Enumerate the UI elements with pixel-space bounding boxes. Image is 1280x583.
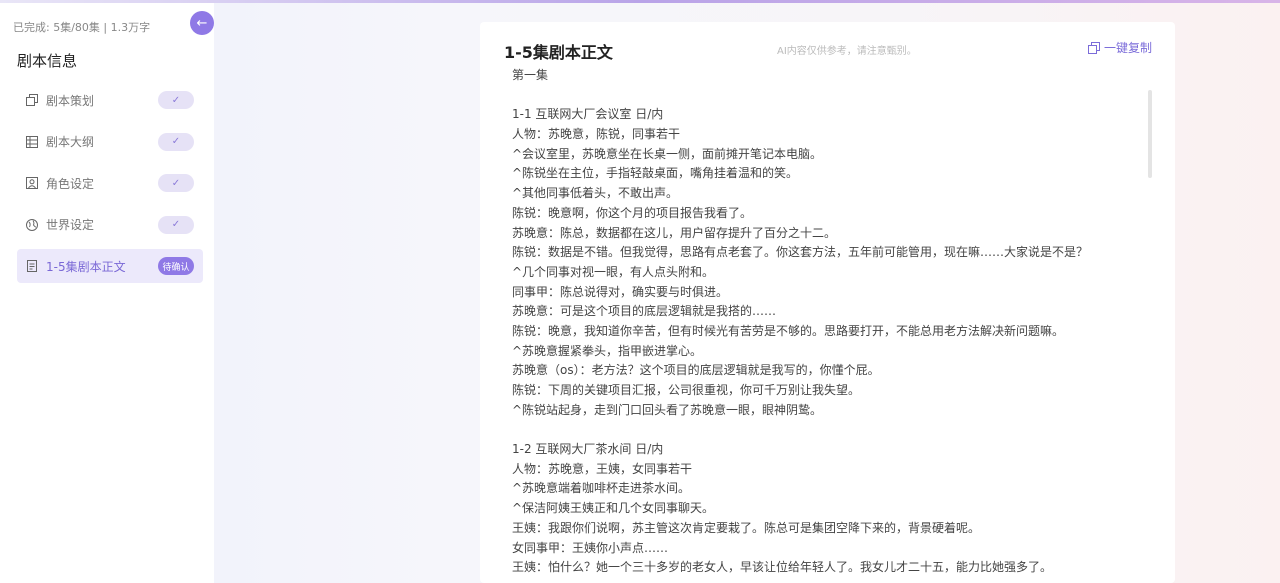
script-line: 第一集 <box>512 68 549 82</box>
sidebar-nav: 剧本策划 ✓ 剧本大纲 ✓ 角色设定 ✓ 世界设定 ✓ 1-5集剧本正文 待确认 <box>17 83 203 291</box>
script-panel: 1-5集剧本正文 AI内容仅供参考，请注意甄别。 一键复制 第一集 1-1 互联网… <box>480 22 1175 583</box>
completed-badge: ✓ <box>158 174 194 192</box>
portrait-icon <box>25 177 38 190</box>
script-line: 王姨：怕什么？她一个三十多岁的老女人，早该让位给年轻人了。我女儿才二十五，能力比… <box>512 560 1053 575</box>
script-content: 第一集 1-1 互联网大厂会议室 日/内人物：苏晚意，陈锐，同事若干 ^会议室里，苏… <box>512 66 1132 578</box>
script-line: 陈锐：晚意，我知道你辛苦，但有时候光有苦劳是不够的。思路要打开，不能总用老方法解… <box>512 323 1065 338</box>
script-line: ^其他同事低着头，不敢出声。 <box>512 186 679 201</box>
script-line: ^保洁阿姨王姨正和几个女同事聊天。 <box>512 501 715 516</box>
copy-icon <box>1088 41 1100 54</box>
script-line: ^陈锐站起身，走到门口回头看了苏晚意一眼，眼神阴鸷。 <box>512 402 823 417</box>
panel-title: 1-5集剧本正文 <box>504 43 613 62</box>
script-line: 陈锐：下周的关键项目汇报，公司很重视，你可千万别让我失望。 <box>512 383 861 397</box>
sidebar-item-script[interactable]: 1-5集剧本正文 待确认 <box>17 249 203 283</box>
sidebar: 已完成: 5集/80集 | 1.3万字 ← 剧本信息 剧本策划 ✓ 剧本大纲 ✓… <box>0 3 214 583</box>
copy-all-button[interactable]: 一键复制 <box>1088 39 1152 56</box>
script-line: 苏晚意：可是这个项目的底层逻辑就是我搭的…… <box>512 304 777 319</box>
script-line: 女同事甲：王姨你小声点…… <box>512 540 669 555</box>
ai-disclaimer: AI内容仅供参考，请注意甄别。 <box>777 46 917 57</box>
sidebar-item-plan[interactable]: 剧本策划 ✓ <box>17 83 203 117</box>
sidebar-item-characters[interactable]: 角色设定 ✓ <box>17 166 203 200</box>
globe-icon <box>25 218 38 231</box>
script-line: 陈锐：晚意啊，你这个月的项目报告我看了。 <box>512 205 753 220</box>
script-line: 苏晚意（os）：老方法？这个项目的底层逻辑就是我写的，你懂个屁。 <box>512 363 880 378</box>
sidebar-item-world[interactable]: 世界设定 ✓ <box>17 208 203 242</box>
document-icon <box>25 260 38 273</box>
script-line: 1-2 互联网大厂茶水间 日/内 <box>512 442 664 457</box>
sidebar-item-label: 剧本大纲 <box>46 135 95 149</box>
sidebar-item-outline[interactable]: 剧本大纲 ✓ <box>17 125 203 159</box>
completed-badge: ✓ <box>158 91 194 109</box>
script-line: 王姨：我跟你们说啊，苏主管这次肯定要栽了。陈总可是集团空降下来的，背景硬着呢。 <box>512 520 981 535</box>
scrollbar[interactable] <box>1148 90 1152 178</box>
script-line: 人物：苏晚意，王姨，女同事若干 <box>512 461 693 476</box>
sidebar-item-label: 1-5集剧本正文 <box>46 259 126 274</box>
sidebar-item-label: 世界设定 <box>46 218 95 232</box>
sidebar-title: 剧本信息 <box>17 52 78 70</box>
script-line: 1-1 互联网大厂会议室 日/内 <box>512 107 664 122</box>
sidebar-item-label: 角色设定 <box>46 176 95 191</box>
script-line: ^陈锐坐在主位，手指轻敲桌面，嘴角挂着温和的笑。 <box>512 166 799 181</box>
script-line: 陈锐：数据是不错。但我觉得，思路有点老套了。你这套方法，五年前可能管用，现在嘛…… <box>512 245 1089 260</box>
copy-icon <box>25 94 38 107</box>
pending-badge: 待确认 <box>158 257 194 275</box>
script-line: 苏晚意：陈总，数据都在这儿，用户留存提升了百分之十二。 <box>512 225 837 240</box>
outline-icon <box>25 135 38 148</box>
collapse-sidebar-button[interactable]: ← <box>190 11 214 35</box>
copy-all-label: 一键复制 <box>1104 41 1153 55</box>
arrow-left-icon: ← <box>196 15 208 31</box>
script-line: 人物：苏晚意，陈锐，同事若干 <box>512 127 681 142</box>
script-line: 同事甲：陈总说得对，确实要与时俱进。 <box>512 284 729 299</box>
script-line: ^苏晚意端着咖啡杯走进茶水间。 <box>512 481 691 496</box>
progress-summary: 已完成: 5集/80集 | 1.3万字 <box>13 21 151 34</box>
script-line: ^苏晚意握紧拳头，指甲嵌进掌心。 <box>512 343 703 358</box>
completed-badge: ✓ <box>158 132 194 151</box>
script-line: ^几个同事对视一眼，有人点头附和。 <box>512 264 715 279</box>
sidebar-item-label: 剧本策划 <box>46 93 95 108</box>
completed-badge: ✓ <box>158 215 194 234</box>
script-line: ^会议室里，苏晚意坐在长桌一侧，面前摊开笔记本电脑。 <box>512 146 823 161</box>
